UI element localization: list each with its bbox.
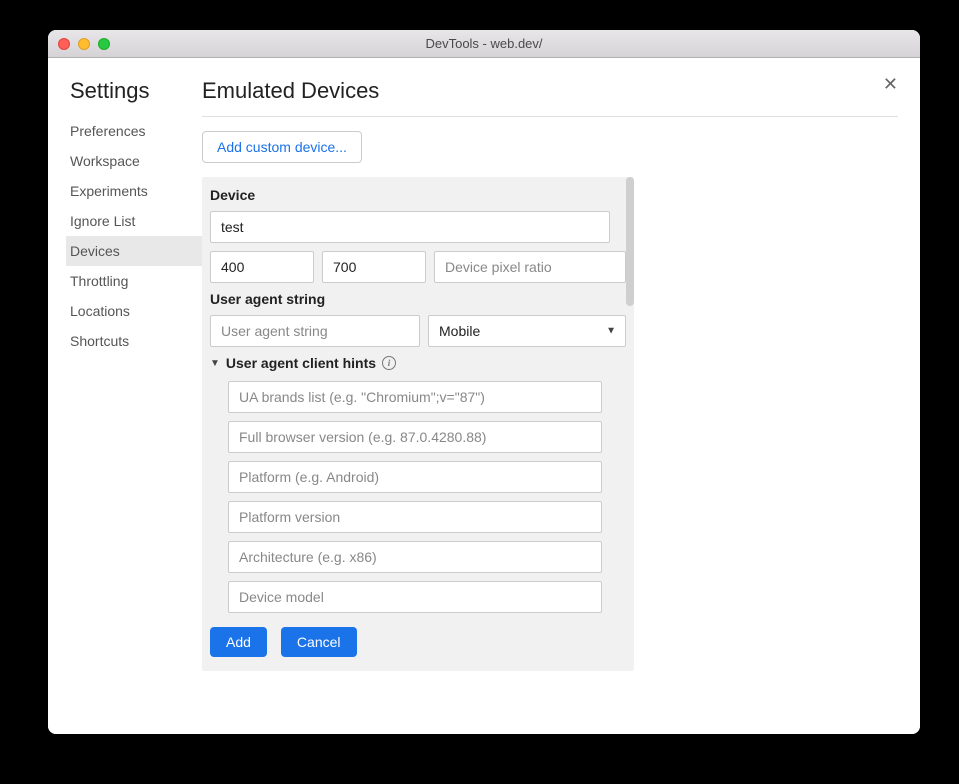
ua-brands-input[interactable] (228, 381, 602, 413)
device-label: Device (210, 187, 626, 203)
sidebar-title: Settings (70, 78, 202, 104)
dpr-input[interactable] (434, 251, 626, 283)
close-window-button[interactable] (58, 38, 70, 50)
platform-version-input[interactable] (228, 501, 602, 533)
sidebar-item-throttling[interactable]: Throttling (66, 266, 202, 296)
client-hints-toggle[interactable]: ▼ User agent client hints i (210, 355, 626, 371)
ua-label: User agent string (210, 291, 626, 307)
divider (202, 116, 898, 117)
full-browser-version-input[interactable] (228, 421, 602, 453)
form-actions: Add Cancel (210, 627, 626, 657)
minimize-window-button[interactable] (78, 38, 90, 50)
device-form: Device User agent string Mobile (202, 177, 634, 671)
info-icon[interactable]: i (382, 356, 396, 370)
traffic-lights (58, 38, 110, 50)
main: ✕ Emulated Devices Add custom device... … (202, 78, 898, 734)
maximize-window-button[interactable] (98, 38, 110, 50)
device-name-input[interactable] (210, 211, 610, 243)
sidebar-item-experiments[interactable]: Experiments (66, 176, 202, 206)
window: DevTools - web.dev/ Settings Preferences… (48, 30, 920, 734)
add-button[interactable]: Add (210, 627, 267, 657)
page-title: Emulated Devices (202, 78, 898, 104)
sidebar-item-locations[interactable]: Locations (66, 296, 202, 326)
window-title: DevTools - web.dev/ (48, 36, 920, 51)
content: Settings Preferences Workspace Experimen… (48, 58, 920, 734)
architecture-input[interactable] (228, 541, 602, 573)
width-input[interactable] (210, 251, 314, 283)
height-input[interactable] (322, 251, 426, 283)
platform-input[interactable] (228, 461, 602, 493)
disclosure-triangle-icon: ▼ (210, 358, 220, 369)
client-hints-section (210, 381, 626, 621)
close-icon[interactable]: ✕ (883, 74, 898, 95)
ua-type-select[interactable]: Mobile (428, 315, 626, 347)
scrollbar[interactable] (626, 177, 634, 306)
device-model-input[interactable] (228, 581, 602, 613)
sidebar-item-preferences[interactable]: Preferences (66, 116, 202, 146)
titlebar: DevTools - web.dev/ (48, 30, 920, 58)
sidebar-item-devices[interactable]: Devices (66, 236, 202, 266)
client-hints-label: User agent client hints (226, 355, 376, 371)
ua-string-input[interactable] (210, 315, 420, 347)
add-custom-device-button[interactable]: Add custom device... (202, 131, 362, 163)
cancel-button[interactable]: Cancel (281, 627, 357, 657)
sidebar-item-shortcuts[interactable]: Shortcuts (66, 326, 202, 356)
ua-type-select-wrap: Mobile ▼ (428, 315, 626, 347)
sidebar-item-workspace[interactable]: Workspace (66, 146, 202, 176)
sidebar: Settings Preferences Workspace Experimen… (70, 78, 202, 734)
sidebar-item-ignore-list[interactable]: Ignore List (66, 206, 202, 236)
